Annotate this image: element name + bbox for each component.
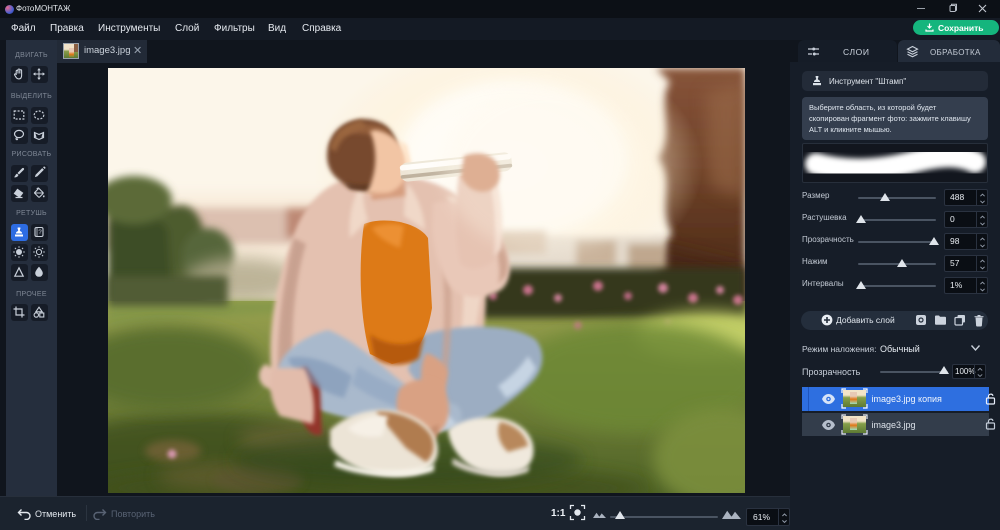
- svg-text:?: ?: [38, 230, 42, 236]
